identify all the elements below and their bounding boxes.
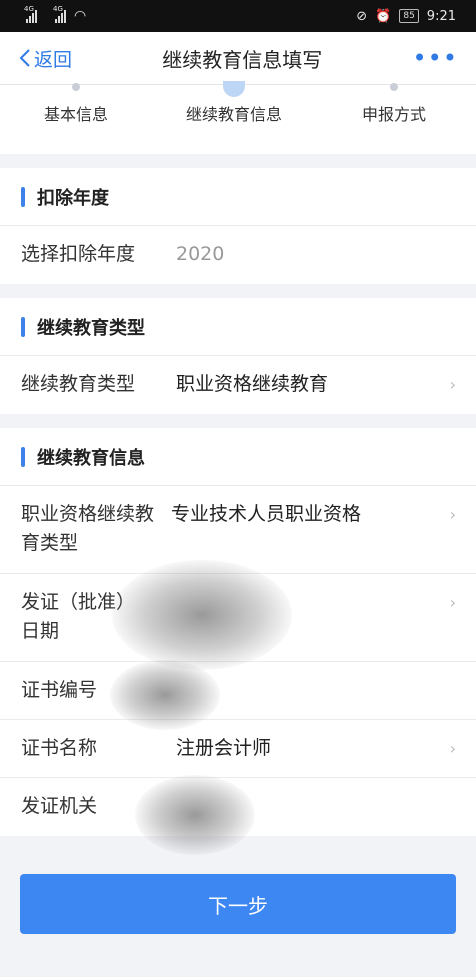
step-dot-icon <box>390 83 398 91</box>
step-indicator: 基本信息 继续教育信息 申报方式 <box>0 81 476 154</box>
step-dot-icon <box>72 83 80 91</box>
certificate-name-row[interactable]: 证书名称 注册会计师 › <box>0 720 476 778</box>
section-title: 扣除年度 <box>0 168 476 226</box>
network-type-label: 4G <box>53 5 63 13</box>
step-education-info: 继续教育信息 <box>186 81 283 125</box>
section-title: 继续教育信息 <box>0 428 476 486</box>
field-label: 选择扣除年度 <box>21 243 136 265</box>
next-step-button[interactable]: 下一步 <box>20 874 456 934</box>
chevron-right-icon: › <box>449 593 456 612</box>
field-label: 发证（批准）日期 <box>21 591 136 642</box>
education-info-section: 继续教育信息 职业资格继续教育类型 专业技术人员职业资格 › 发证（批准）日期 … <box>0 428 476 836</box>
certificate-name-value: 注册会计师 <box>176 737 272 759</box>
section-accent-bar <box>21 316 25 337</box>
button-area: 下一步 <box>0 836 476 934</box>
wifi-icon: ◠ <box>74 8 87 24</box>
section-title: 继续教育类型 <box>0 298 476 356</box>
chevron-left-icon <box>19 49 30 67</box>
page-title: 继续教育信息填写 <box>162 47 323 72</box>
section-accent-bar <box>21 186 25 207</box>
chevron-right-icon: › <box>449 505 456 524</box>
back-label: 返回 <box>34 48 73 71</box>
step-label: 继续教育信息 <box>186 105 283 124</box>
alarm-icon: ⏰ <box>375 8 392 24</box>
cell-signal-icon: 4G <box>24 5 37 23</box>
clock-time: 9:21 <box>426 8 456 24</box>
step-label: 申报方式 <box>362 105 427 124</box>
step-basic-info: 基本信息 <box>44 83 109 125</box>
status-bar: 4G 4G ◠ ⊘ ⏰ 85 9:21 <box>0 0 476 32</box>
field-label: 职业资格继续教育类型 <box>21 503 155 554</box>
network-type-label: 4G <box>24 5 34 13</box>
field-label: 继续教育类型 <box>21 373 136 395</box>
battery-icon: 85 <box>399 9 419 23</box>
deduction-year-section: 扣除年度 选择扣除年度 2020 <box>0 168 476 284</box>
education-type-row[interactable]: 继续教育类型 职业资格继续教育 › <box>0 356 476 414</box>
more-options-icon[interactable]: ••• <box>413 46 458 70</box>
education-type-value: 职业资格继续教育 <box>176 373 329 395</box>
education-type-section: 继续教育类型 继续教育类型 职业资格继续教育 › <box>0 298 476 414</box>
deduction-year-row[interactable]: 选择扣除年度 2020 <box>0 226 476 284</box>
back-button[interactable]: 返回 <box>18 45 72 72</box>
step-dot-icon <box>223 81 245 97</box>
step-label: 基本信息 <box>44 105 109 124</box>
field-label: 发证机关 <box>21 795 98 817</box>
qualification-type-row[interactable]: 职业资格继续教育类型 专业技术人员职业资格 › <box>0 486 476 574</box>
vibrate-icon: ⊘ <box>356 8 368 24</box>
deduction-year-value: 2020 <box>176 243 225 265</box>
qualification-type-value: 专业技术人员职业资格 <box>171 503 362 525</box>
chevron-right-icon: › <box>449 375 456 394</box>
chevron-right-icon: › <box>449 739 456 758</box>
nav-bar: 返回 继续教育信息填写 ••• <box>0 32 476 84</box>
section-accent-bar <box>21 446 25 467</box>
certificate-number-row[interactable]: 证书编号 <box>0 662 476 720</box>
step-declaration-method: 申报方式 <box>362 83 427 125</box>
issue-date-row[interactable]: 发证（批准）日期 › <box>0 574 476 662</box>
cell-signal-icon: 4G <box>53 5 66 23</box>
field-label: 证书名称 <box>21 737 98 759</box>
issuing-authority-row[interactable]: 发证机关 <box>0 778 476 836</box>
field-label: 证书编号 <box>21 679 98 701</box>
